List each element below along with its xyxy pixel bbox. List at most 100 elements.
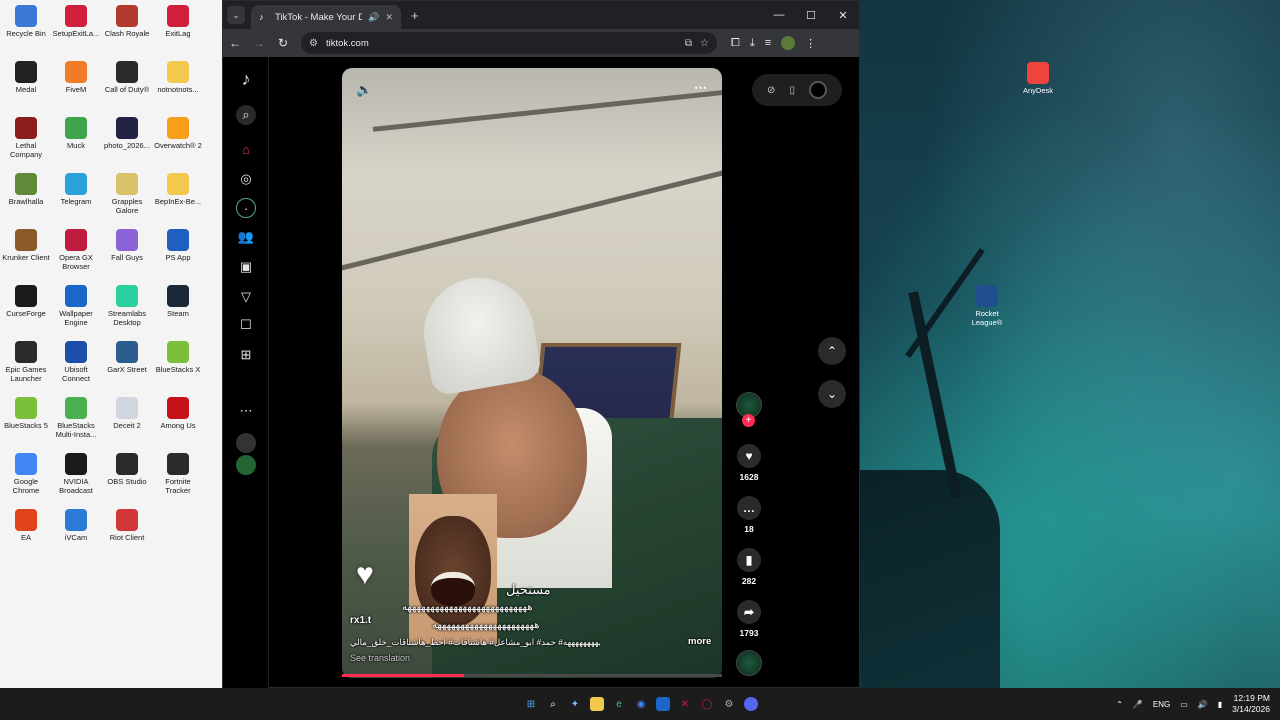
forward-icon[interactable]: → — [247, 36, 271, 50]
copilot-icon[interactable]: ✦ — [568, 697, 582, 711]
speaker-icon[interactable]: 🔊 — [1198, 700, 1208, 709]
desktop-icon[interactable]: Ubisoft Connect — [50, 341, 102, 383]
desktop-icon[interactable]: PS App — [152, 229, 204, 262]
profile-avatar-icon[interactable] — [781, 36, 796, 50]
previous-video-chevron-up-icon[interactable]: ⌃ — [818, 337, 846, 365]
desktop-icon[interactable]: NVIDIA Broadcast — [50, 453, 102, 495]
profile-avatar-icon[interactable] — [236, 433, 256, 453]
desktop-icon[interactable]: Call of Duty® — [101, 61, 153, 94]
see-translation-link[interactable]: See translation — [350, 653, 410, 663]
reload-icon[interactable]: ↻ — [271, 36, 295, 50]
bookmark-icon[interactable]: ▮ — [737, 548, 761, 572]
media-controls-icon[interactable]: ≡ — [765, 37, 771, 49]
tab-search-dropdown-icon[interactable]: ⌄ — [227, 6, 245, 24]
desktop-icon[interactable]: Fortnite Tracker — [152, 453, 204, 495]
desktop-icon[interactable]: Brawlhalla — [0, 173, 52, 206]
upload-icon[interactable]: ⊞ — [236, 345, 256, 365]
tiktok-logo-icon[interactable]: ♪ — [236, 69, 256, 89]
desktop-icon[interactable]: Telegram — [50, 173, 102, 206]
desktop-icon[interactable]: Among Us — [152, 397, 204, 430]
messages-icon[interactable]: ▽ — [236, 287, 256, 307]
desktop-icon[interactable]: Recycle Bin — [0, 5, 52, 38]
desktop-icon[interactable]: Steam — [152, 285, 204, 318]
language-indicator[interactable]: ENG — [1153, 700, 1170, 709]
desktop-icon[interactable]: ExitLag — [152, 5, 204, 38]
search-icon[interactable]: ⌕ — [236, 105, 256, 125]
desktop-icon[interactable]: Krunker Client — [0, 229, 52, 262]
tab-audio-icon[interactable]: 🔊 — [368, 12, 379, 23]
chrome-icon[interactable]: ◉ — [634, 697, 648, 711]
extensions-icon[interactable]: ⧠ — [731, 37, 740, 50]
comment-action[interactable]: … 18 — [736, 496, 762, 534]
desktop-icon[interactable]: OBS Studio — [101, 453, 153, 486]
home-icon[interactable]: ⌂ — [236, 139, 256, 159]
following-avatar-icon[interactable]: · — [236, 198, 256, 218]
tab-tiktok[interactable]: ♪ TikTok - Make Your Day 🔊 ✕ — [251, 5, 401, 29]
desktop-icon[interactable]: EA — [0, 509, 52, 542]
tray-overflow-chevron-up-icon[interactable]: ⌃ — [1116, 700, 1123, 709]
device-icon[interactable]: ▯ — [789, 85, 795, 96]
caption-more-link[interactable]: more — [688, 636, 711, 647]
site-info-icon[interactable]: ⚙ — [309, 38, 318, 49]
explore-icon[interactable]: ◎ — [236, 169, 256, 189]
share-action[interactable]: ➦ 1793 — [736, 600, 762, 638]
follow-plus-icon[interactable]: + — [742, 414, 755, 427]
video-username[interactable]: rx1.t — [350, 615, 371, 626]
desktop-icon[interactable]: Riot Client — [101, 509, 153, 542]
new-tab-button[interactable]: + — [411, 8, 419, 23]
maximize-button[interactable]: ☐ — [795, 1, 827, 29]
desktop-icon[interactable]: Muck — [50, 117, 102, 150]
desktop-icon[interactable]: BlueStacks Multi-Insta... — [50, 397, 102, 439]
desktop-icon[interactable]: Wallpaper Engine — [50, 285, 102, 327]
desktop-icon[interactable]: Rocket League® — [961, 285, 1013, 327]
bookmark-star-icon[interactable]: ☆ — [700, 38, 709, 49]
address-bar[interactable]: ⚙ tiktok.com ⧉ ☆ — [301, 32, 717, 54]
start-icon[interactable]: ⊞ — [524, 697, 538, 711]
discord-icon[interactable] — [744, 697, 758, 711]
desktop-icon[interactable]: photo_2026... — [101, 117, 153, 150]
desktop-icon[interactable]: Grapples Galore — [101, 173, 153, 215]
desktop-icon[interactable]: BlueStacks 5 — [0, 397, 52, 430]
next-video-chevron-down-icon[interactable]: ⌄ — [818, 380, 846, 408]
edge-icon[interactable]: e — [612, 697, 626, 711]
search-icon[interactable]: ⌕ — [546, 697, 560, 711]
battery-icon[interactable]: ▮ — [1218, 700, 1222, 709]
like-action[interactable]: ♥ 1628 — [736, 444, 762, 482]
desktop-icon[interactable]: notnotnots... — [152, 61, 204, 94]
back-icon[interactable]: ← — [223, 36, 247, 50]
desktop-icon[interactable]: Overwatch® 2 — [152, 117, 204, 150]
close-button[interactable]: ✕ — [827, 1, 859, 29]
opera-gx-icon[interactable]: ◯ — [700, 697, 714, 711]
sound-disc-icon[interactable] — [736, 650, 762, 676]
app-icon[interactable] — [656, 697, 670, 711]
install-app-icon[interactable]: ⧉ — [685, 38, 692, 49]
desktop-icon[interactable]: BepInEx-Be... — [152, 173, 204, 206]
desktop-icon[interactable]: BlueStacks X — [152, 341, 204, 374]
microphone-icon[interactable]: 🎤 — [1133, 700, 1143, 709]
desktop-icon[interactable]: Clash Royale — [101, 5, 153, 38]
desktop-icon[interactable]: CurseForge — [0, 285, 52, 318]
download-icon[interactable]: ⤓ — [750, 37, 755, 50]
heart-icon[interactable]: ♥ — [737, 444, 761, 468]
comment-icon[interactable]: … — [737, 496, 761, 520]
live-icon[interactable]: ▣ — [236, 257, 256, 277]
desktop-icon[interactable]: Lethal Company — [0, 117, 52, 159]
more-icon[interactable]: ⋯ — [236, 401, 256, 421]
clock[interactable]: 12:19 PM 3/14/2026 — [1232, 693, 1270, 715]
settings-icon[interactable]: ⚙ — [722, 697, 736, 711]
exitlag-icon[interactable]: ✕ — [678, 697, 692, 711]
chrome-menu-icon[interactable]: ⋮ — [805, 37, 816, 50]
desktop-icon[interactable]: FiveM — [50, 61, 102, 94]
video-more-icon[interactable]: ⋯ — [694, 80, 707, 96]
desktop-icon[interactable]: Google Chrome — [0, 453, 52, 495]
desktop-icon[interactable]: Deceit 2 — [101, 397, 153, 430]
autoscroll-icon[interactable]: ⊘ — [767, 85, 775, 96]
activity-icon[interactable]: ☐ — [236, 315, 256, 335]
video-progress-bar[interactable] — [342, 674, 722, 677]
desktop-icon[interactable]: Streamlabs Desktop — [101, 285, 153, 327]
desktop-icon[interactable]: iVCam — [50, 509, 102, 542]
record-toggle-icon[interactable] — [808, 81, 827, 99]
friends-icon[interactable]: 👥 — [236, 227, 256, 247]
desktop-icon[interactable]: Fall Guys — [101, 229, 153, 262]
profile-avatar-icon[interactable] — [236, 455, 256, 475]
